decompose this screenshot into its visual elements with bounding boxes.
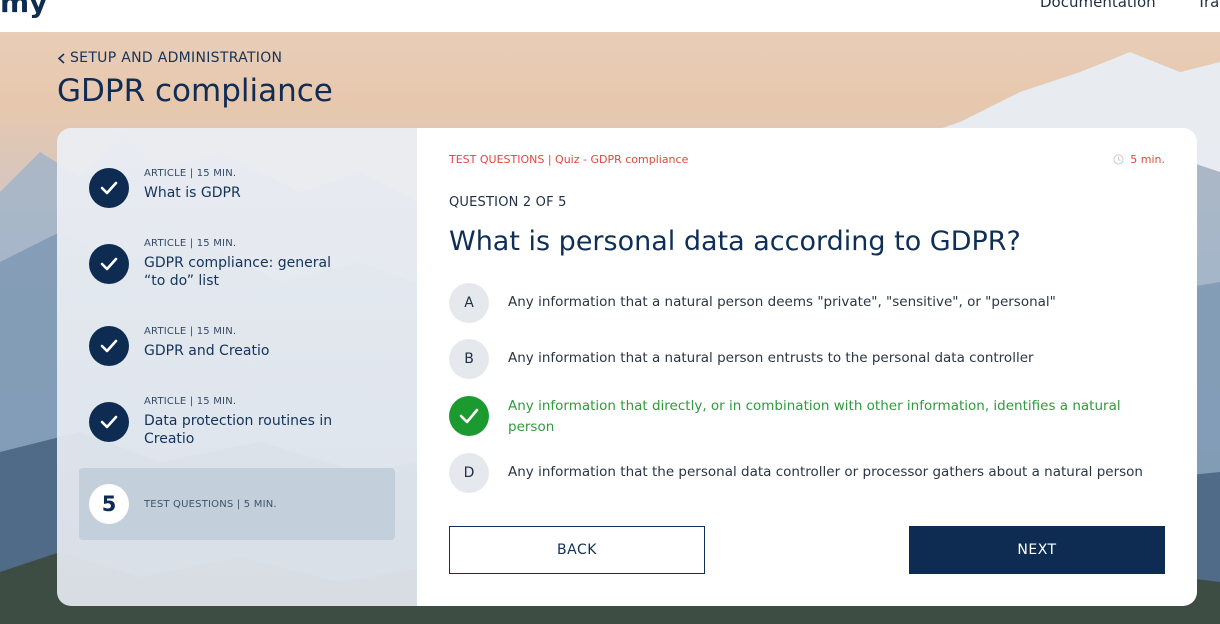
quiz-timer: 5 min.: [1113, 153, 1165, 166]
nav-link-documentation[interactable]: Documentation: [1040, 0, 1156, 11]
page-title: GDPR compliance: [57, 73, 333, 109]
course-steps-sidebar: ARTICLE | 15 MIN. What is GDPR ARTICLE |…: [57, 128, 417, 606]
option-text[interactable]: Any information that the personal data c…: [508, 453, 1168, 483]
course-card: ARTICLE | 15 MIN. What is GDPR ARTICLE |…: [57, 128, 1197, 606]
step-meta: ARTICLE | 15 MIN.: [144, 326, 237, 337]
check-icon: [100, 339, 118, 353]
step-item-3[interactable]: ARTICLE | 15 MIN. GDPR and Creatio: [79, 326, 395, 366]
step-completed-badge: [89, 168, 129, 208]
check-icon: [100, 257, 118, 271]
step-meta: ARTICLE | 15 MIN.: [144, 396, 237, 407]
step-meta: ARTICLE | 15 MIN.: [144, 238, 237, 249]
step-meta: TEST QUESTIONS | 5 MIN.: [144, 498, 277, 510]
step-item-4[interactable]: ARTICLE | 15 MIN. Data protection routin…: [79, 396, 395, 448]
breadcrumb[interactable]: SETUP AND ADMINISTRATION: [57, 50, 282, 66]
check-icon: [100, 181, 118, 195]
question-counter: QUESTION 2 OF 5: [449, 195, 567, 210]
option-letter: B: [449, 339, 489, 379]
breadcrumb-label[interactable]: SETUP AND ADMINISTRATION: [70, 50, 282, 66]
question-title: What is personal data according to GDPR?: [449, 226, 1021, 257]
step-completed-badge: [89, 326, 129, 366]
step-item-1[interactable]: ARTICLE | 15 MIN. What is GDPR: [79, 168, 395, 208]
step-completed-badge: [89, 244, 129, 284]
step-meta: ARTICLE | 15 MIN.: [144, 168, 237, 179]
quiz-panel: TEST QUESTIONS | Quiz - GDPR compliance …: [417, 128, 1197, 606]
chevron-left-icon: [57, 52, 65, 64]
step-item-2[interactable]: ARTICLE | 15 MIN. GDPR compliance: gener…: [79, 238, 395, 290]
next-button[interactable]: NEXT: [909, 526, 1165, 574]
step-name[interactable]: Data protection routines in Creatio: [144, 412, 354, 448]
option-text[interactable]: Any information that a natural person de…: [508, 283, 1168, 313]
top-navigation-bar: my Documentation Tra: [0, 0, 1220, 32]
quiz-header: TEST QUESTIONS | Quiz - GDPR compliance: [449, 153, 689, 166]
back-button[interactable]: BACK: [449, 526, 705, 574]
step-name[interactable]: GDPR compliance: general “to do” list: [144, 254, 354, 290]
answer-option-a[interactable]: A Any information that a natural person …: [449, 283, 1169, 323]
step-number-badge: 5: [89, 484, 129, 524]
clock-icon: [1113, 154, 1124, 165]
site-logo[interactable]: my: [0, 0, 47, 19]
answer-option-c-correct[interactable]: Any information that directly, or in com…: [449, 396, 1169, 438]
correct-answer-badge: [449, 396, 489, 436]
check-icon: [100, 415, 118, 429]
nav-link-training[interactable]: Tra: [1197, 0, 1219, 11]
option-letter: A: [449, 283, 489, 323]
option-text[interactable]: Any information that directly, or in com…: [508, 396, 1168, 438]
check-icon: [459, 408, 479, 424]
step-name[interactable]: GDPR and Creatio: [144, 342, 354, 360]
answer-option-d[interactable]: D Any information that the personal data…: [449, 453, 1169, 493]
step-completed-badge: [89, 402, 129, 442]
timer-label: 5 min.: [1130, 153, 1165, 166]
step-item-5-active[interactable]: 5 TEST QUESTIONS | 5 MIN.: [79, 468, 395, 540]
option-letter: D: [449, 453, 489, 493]
option-text[interactable]: Any information that a natural person en…: [508, 339, 1168, 369]
step-name[interactable]: What is GDPR: [144, 184, 354, 202]
answer-option-b[interactable]: B Any information that a natural person …: [449, 339, 1169, 379]
